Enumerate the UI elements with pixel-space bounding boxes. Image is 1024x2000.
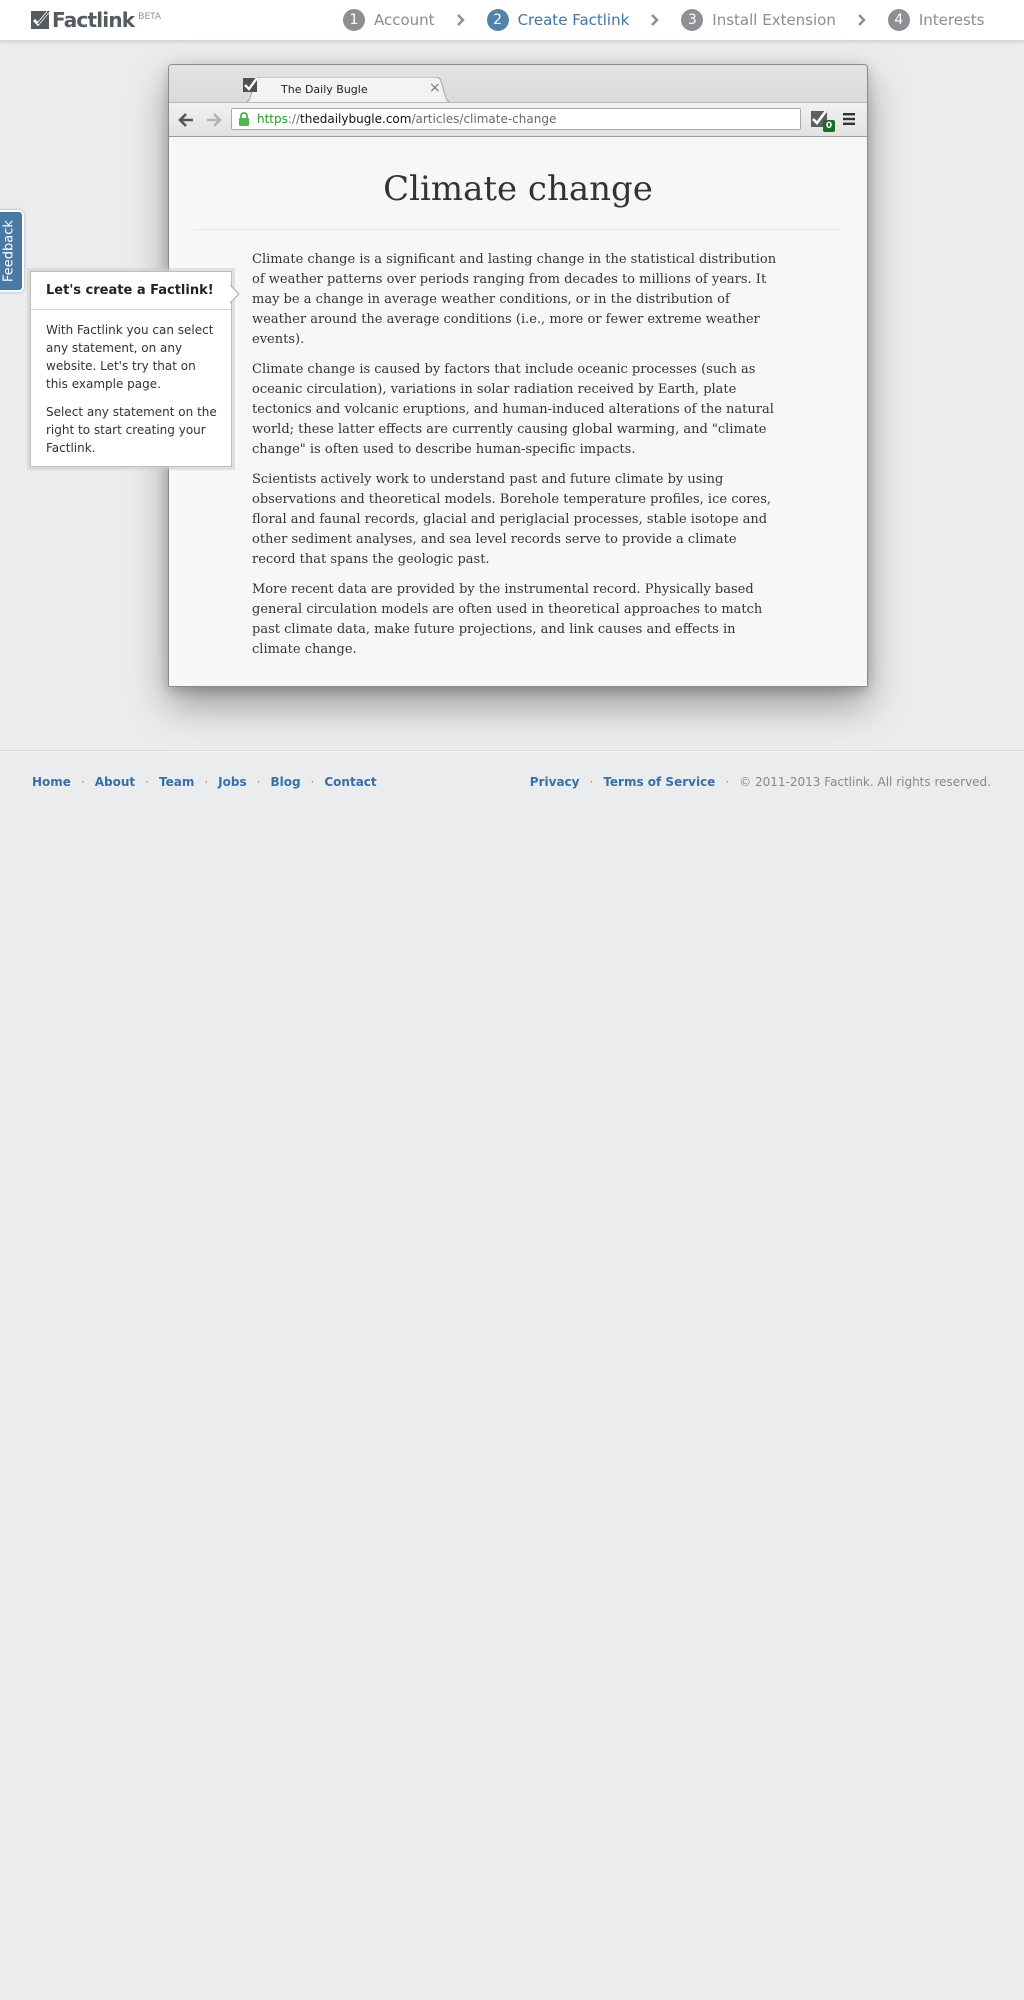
step-number: 2 — [486, 9, 509, 31]
article-body: Climate change is a significant and last… — [252, 250, 784, 670]
footer-link-jobs[interactable]: Jobs — [218, 775, 246, 789]
arrow-left-icon[interactable] — [177, 111, 195, 129]
browser-toolbar: https://thedailybugle.com/articles/clima… — [169, 102, 867, 137]
footer-link-blog[interactable]: Blog — [270, 775, 300, 789]
step-label: Interests — [918, 11, 985, 29]
url-separator: :// — [287, 112, 301, 126]
step-number: 4 — [887, 9, 910, 31]
hamburger-menu-icon[interactable] — [842, 112, 856, 126]
step-label: Create Factlink — [517, 11, 630, 29]
step-interests[interactable]: 4 Interests — [887, 8, 985, 32]
footer-link-contact[interactable]: Contact — [324, 775, 376, 789]
footer-legal: Privacy · Terms of Service · © 2011-2013… — [530, 775, 991, 789]
popover-paragraph: Select any statement on the right to sta… — [46, 405, 217, 455]
chevron-right-icon — [449, 8, 473, 32]
example-browser-window: The Daily Bugle × https://thedailybugle.… — [168, 64, 868, 687]
chevron-right-icon — [850, 8, 874, 32]
url-host: thedailybugle.com — [300, 112, 412, 126]
step-label: Account — [374, 11, 435, 29]
step-number: 3 — [681, 9, 704, 31]
tutorial-popover: Let's create a Factlink! With Factlink y… — [30, 271, 240, 467]
article-paragraph[interactable]: Climate change is a significant and last… — [252, 250, 784, 350]
feedback-label: Feedback — [1, 220, 17, 282]
popover-body: With Factlink you can select any stateme… — [46, 321, 221, 467]
step-label: Install Extension — [712, 11, 836, 29]
factlink-logo[interactable]: Factlink BETA — [31, 9, 161, 31]
footer-separator: · — [145, 775, 149, 789]
copyright-text: © 2011-2013 Factlink. All rights reserve… — [739, 775, 991, 789]
footer-links: Home · About · Team · Jobs · Blog · Cont… — [32, 775, 377, 789]
brand-name: Factlink — [52, 8, 135, 32]
footer-separator: · — [80, 775, 85, 789]
footer-separator: · — [310, 775, 315, 789]
footer-separator: · — [589, 775, 594, 789]
chevron-right-icon — [643, 8, 667, 32]
footer-link-terms[interactable]: Terms of Service — [603, 775, 715, 789]
factlink-check-logo-icon — [31, 10, 50, 29]
factlink-favicon-icon — [243, 77, 258, 92]
footer-separator: · — [256, 775, 261, 789]
example-article: Climate change Climate change is a signi… — [169, 137, 867, 686]
step-create-factlink[interactable]: 2 Create Factlink — [486, 8, 630, 32]
footer-link-privacy[interactable]: Privacy — [530, 775, 580, 789]
step-account[interactable]: 1 Account — [343, 8, 435, 32]
popover-paragraph: With Factlink you can select any stateme… — [46, 323, 214, 391]
title-divider — [194, 229, 842, 230]
footer-link-about[interactable]: About — [95, 775, 135, 789]
footer-separator: · — [725, 775, 730, 789]
footer-separator: · — [204, 775, 209, 789]
popover-arrow-fill — [229, 285, 238, 303]
step-number: 1 — [343, 9, 365, 31]
article-title: Climate change — [383, 169, 653, 209]
feedback-tab[interactable]: Feedback — [0, 210, 24, 292]
article-paragraph[interactable]: Scientists actively work to understand p… — [252, 470, 784, 570]
footer-link-home[interactable]: Home — [32, 775, 71, 789]
popover-title: Let's create a Factlink! — [31, 272, 231, 310]
extension-badge-count: 0 — [823, 120, 835, 132]
arrow-right-icon[interactable] — [205, 111, 223, 129]
url-text: https://thedailybugle.com/articles/clima… — [257, 112, 556, 126]
browser-tab[interactable]: The Daily Bugle × — [243, 77, 453, 103]
footer-link-team[interactable]: Team — [159, 775, 194, 789]
step-install-extension[interactable]: 3 Install Extension — [681, 8, 836, 32]
lock-icon — [239, 112, 249, 126]
article-paragraph[interactable]: More recent data are provided by the ins… — [252, 580, 784, 660]
tab-title: The Daily Bugle — [281, 83, 368, 96]
beta-label: BETA — [138, 12, 162, 22]
url-path: /articles/climate-change — [411, 112, 557, 126]
article-paragraph[interactable]: Climate change is caused by factors that… — [252, 360, 784, 460]
address-bar[interactable]: https://thedailybugle.com/articles/clima… — [231, 108, 801, 130]
top-navigation-bar: Factlink BETA 1 Account 2 Create Factlin… — [0, 0, 1024, 41]
signup-steps: 1 Account 2 Create Factlink 3 Install Ex… — [343, 8, 984, 32]
footer-divider — [0, 750, 1024, 751]
close-icon[interactable]: × — [429, 80, 441, 96]
url-scheme: https — [257, 112, 288, 126]
